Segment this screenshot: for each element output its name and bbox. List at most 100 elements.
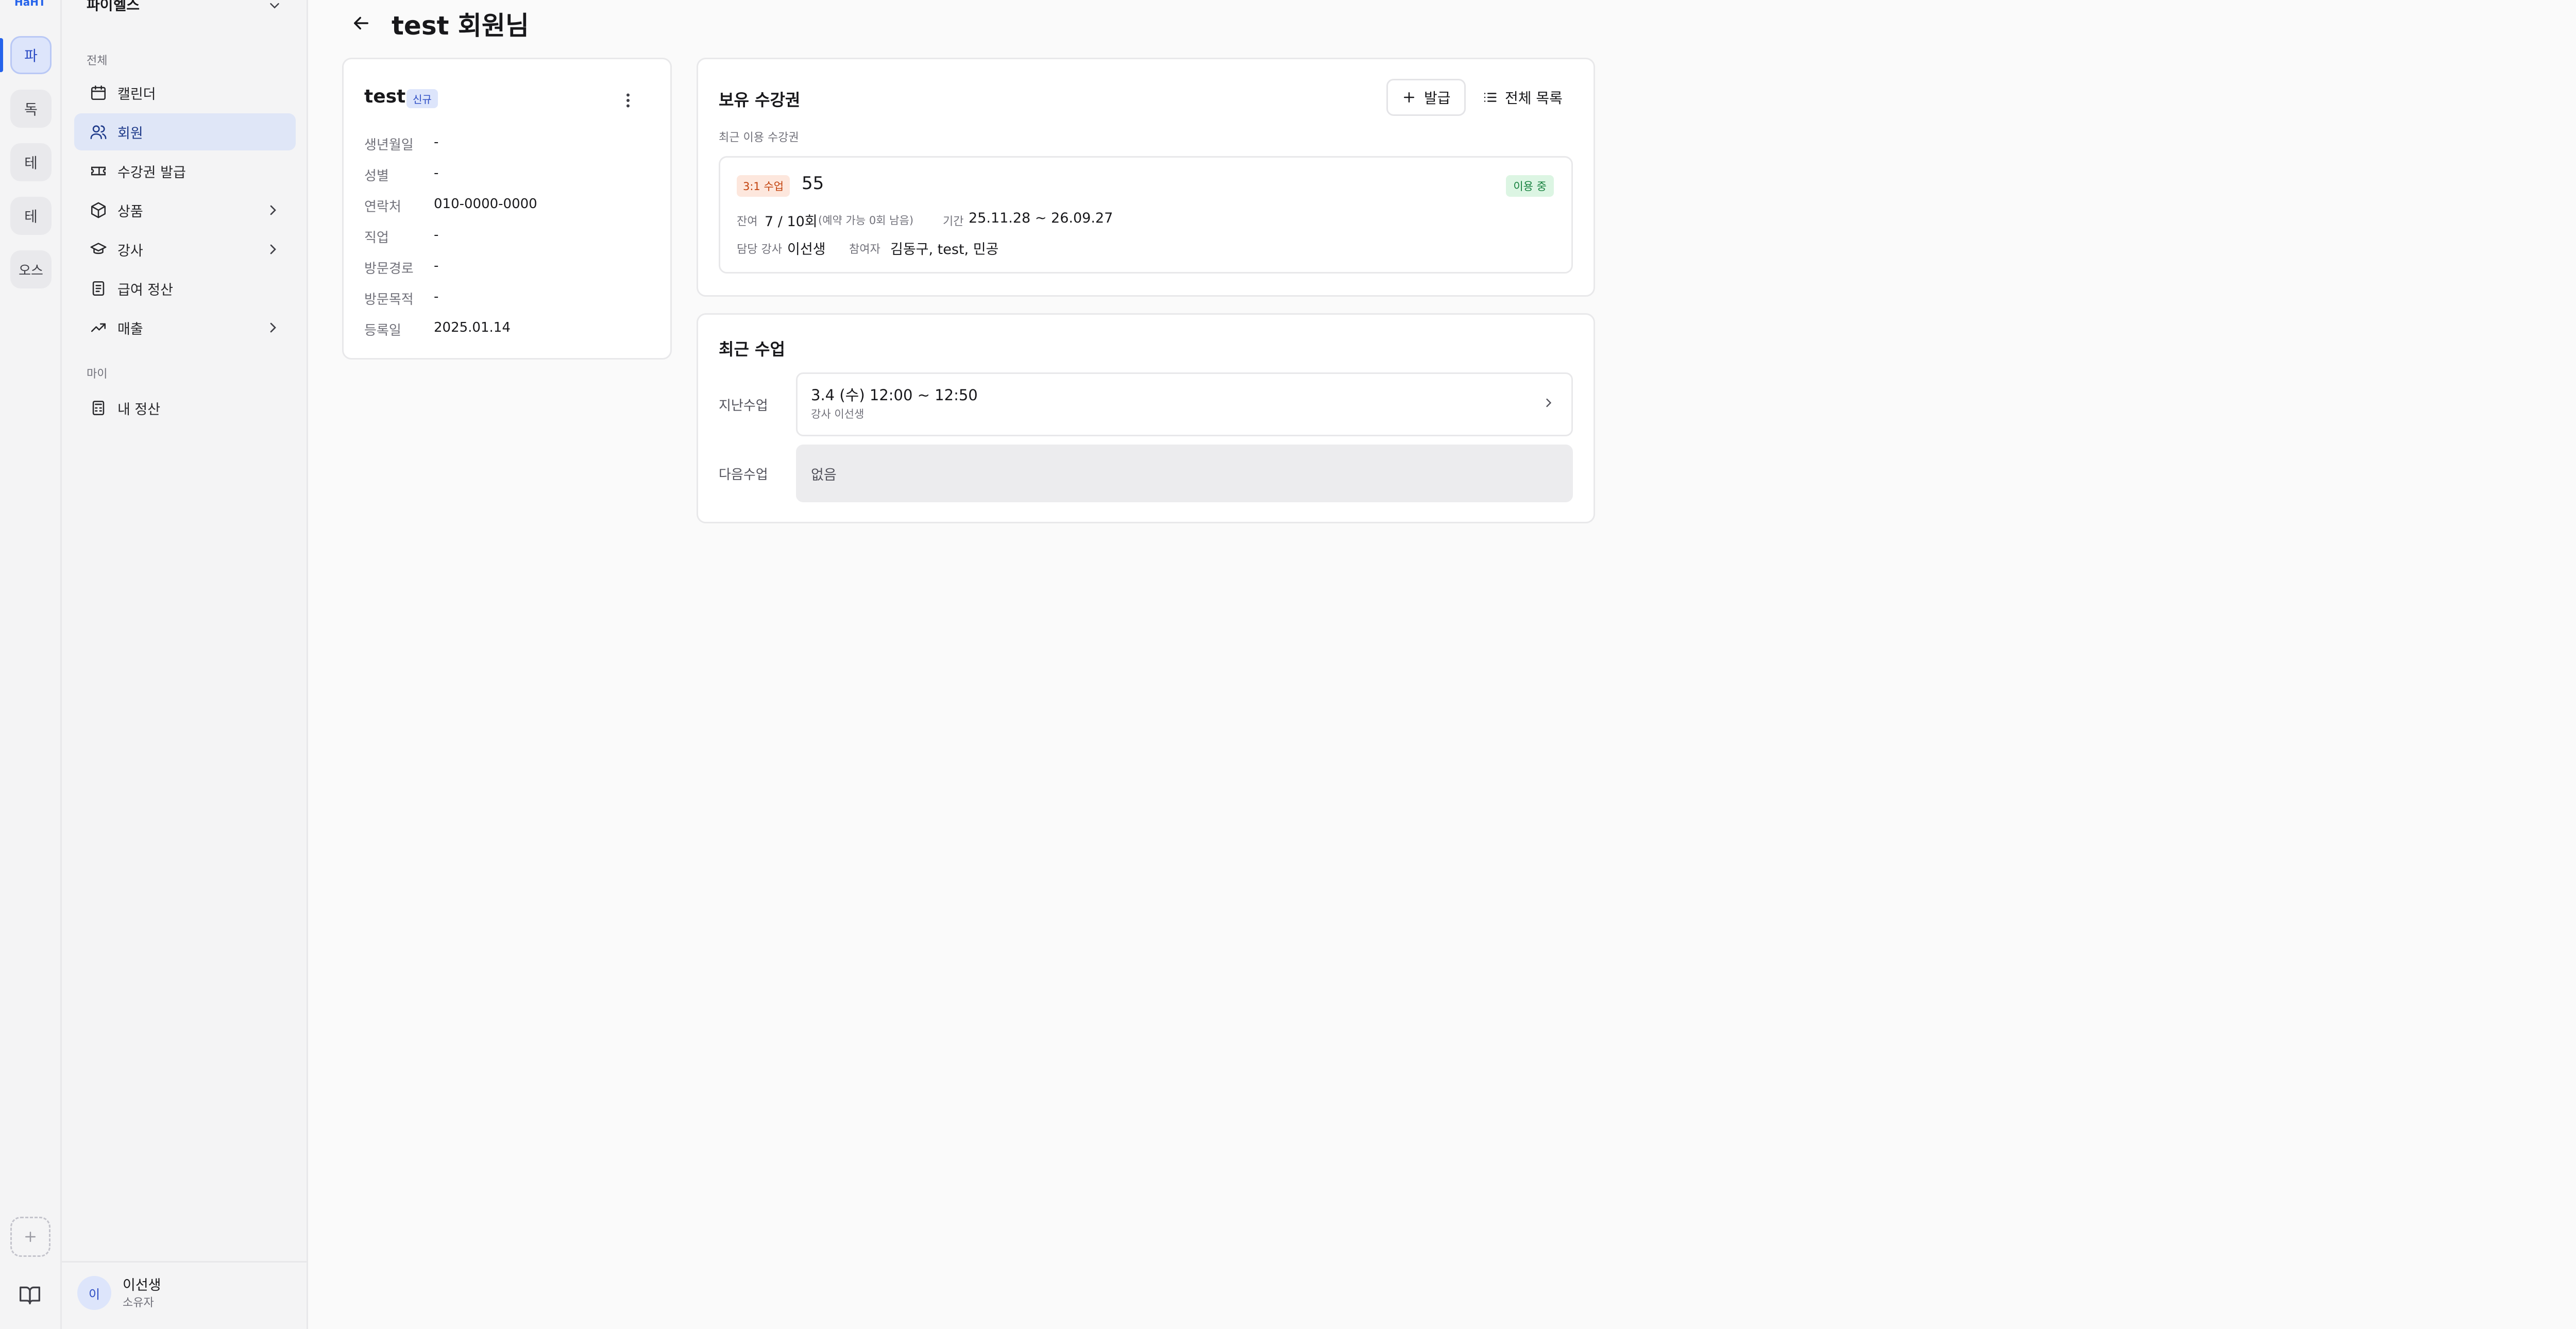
next-lesson-item: 없음 <box>796 445 1573 502</box>
rail-workspace-4[interactable]: 테 <box>10 197 52 235</box>
rail-workspace-2[interactable]: 독 <box>10 90 52 128</box>
view-all-passes-button[interactable]: 전체 목록 <box>1471 79 1574 116</box>
sidebar-item-label: 급여 정산 <box>117 282 173 298</box>
next-lesson-empty: 없음 <box>811 467 837 483</box>
participants-label: 참여자 <box>849 243 880 256</box>
past-lesson-time: 3.4 (수) 12:00 ~ 12:50 <box>811 386 978 404</box>
sidebar-item-label: 매출 <box>117 321 143 337</box>
sidebar-item-label: 수강권 발급 <box>117 164 186 181</box>
workspace-rail: HaHT 파 독 테 테 오스 <box>0 0 62 1329</box>
list-icon <box>1484 93 1497 102</box>
issue-pass-label: 발급 <box>1424 90 1451 107</box>
teacher-value: 이선생 <box>787 242 826 258</box>
sidebar-item-label: 캘린더 <box>117 86 156 103</box>
sidebar-item-sales[interactable]: 매출 <box>74 309 296 346</box>
rail-workspace-5[interactable]: 오스 <box>10 250 52 288</box>
recent-lessons-title: 최근 수업 <box>719 339 785 359</box>
chevron-right-icon <box>1546 398 1552 407</box>
avatar: 이 <box>77 1276 111 1310</box>
trending-up-icon <box>91 323 106 332</box>
rail-active-indicator <box>0 38 3 72</box>
back-arrow-icon[interactable] <box>350 12 372 34</box>
plus-icon <box>25 1232 36 1242</box>
rail-workspace-1[interactable]: 파 <box>10 36 52 74</box>
field-value-visit-purpose: - <box>434 289 439 304</box>
field-value-visit-source: - <box>434 258 439 274</box>
section-label-all: 전체 <box>87 55 108 67</box>
field-label-gender: 성별 <box>364 168 389 184</box>
plus-icon <box>1404 92 1414 103</box>
period-label: 기간 <box>943 215 964 228</box>
field-label-birthdate: 생년월일 <box>364 138 414 153</box>
page-title: test 회원님 <box>392 11 529 41</box>
owned-passes-title: 보유 수강권 <box>719 90 801 110</box>
workspace-title[interactable]: 파이헬스 <box>87 0 140 14</box>
field-label-visit-source: 방문경로 <box>364 261 414 277</box>
app-logo: HaHT <box>14 0 46 8</box>
section-label-my: 마이 <box>87 368 108 381</box>
sidebar-item-label: 강사 <box>117 243 143 259</box>
remaining-label: 잔여 <box>737 215 758 228</box>
participants-value: 김동구, test, 민공 <box>890 242 999 258</box>
sidebar-item-members[interactable]: 회원 <box>74 113 296 150</box>
more-vertical-icon[interactable] <box>619 91 637 110</box>
field-value-birthdate: - <box>434 134 439 150</box>
teacher-label: 담당 강사 <box>737 243 782 256</box>
sidebar-item-products[interactable]: 상품 <box>74 192 296 229</box>
past-lesson-label: 지난수업 <box>719 398 768 414</box>
calculator-icon <box>92 400 105 416</box>
chevron-right-icon <box>270 322 276 333</box>
add-workspace-button[interactable] <box>10 1217 50 1257</box>
sidebar-item-calendar[interactable]: 캘린더 <box>74 74 296 111</box>
remaining-note: (예약 가능 0회 남음) <box>818 214 914 227</box>
period-value: 25.11.28 ~ 26.09.27 <box>969 210 1113 226</box>
past-lesson-item[interactable]: 3.4 (수) 12:00 ~ 12:50 강사 이선생 <box>796 372 1573 436</box>
sidebar-item-label: 회원 <box>117 125 143 142</box>
field-label-visit-purpose: 방문목적 <box>364 292 414 308</box>
pass-name: 55 <box>802 173 824 194</box>
field-value-job: - <box>434 227 439 243</box>
field-value-phone: 010-0000-0000 <box>434 196 537 212</box>
recent-lessons-card: 최근 수업 지난수업 3.4 (수) 12:00 ~ 12:50 강사 이선생 … <box>697 313 1595 523</box>
chevron-right-icon <box>270 244 276 254</box>
sidebar-item-instructors[interactable]: 강사 <box>74 231 296 268</box>
member-name: test <box>364 86 406 107</box>
pass-type-badge: 3:1 수업 <box>737 175 790 197</box>
user-name: 이선생 <box>123 1277 161 1293</box>
box-icon <box>91 202 106 218</box>
field-value-gender: - <box>434 165 439 181</box>
docs-button[interactable] <box>19 1284 41 1308</box>
new-member-badge: 신규 <box>406 89 438 108</box>
sidebar: 파이헬스 전체 캘린더 회원 수강권 발급 상품 강사 급여 정산 매출 마이 … <box>62 0 308 1329</box>
field-value-registered: 2025.01.14 <box>434 320 511 335</box>
chevron-right-icon <box>270 205 276 215</box>
pass-item[interactable]: 3:1 수업 55 이용 중 잔여 7 / 10회 (예약 가능 0회 남음) … <box>719 156 1573 274</box>
sidebar-item-label: 상품 <box>117 203 143 220</box>
sidebar-item-my-settlement[interactable]: 내 정산 <box>74 389 296 427</box>
book-icon <box>20 1286 40 1305</box>
field-label-phone: 연락처 <box>364 199 401 215</box>
receipt-icon <box>92 281 105 296</box>
issue-pass-button[interactable]: 발급 <box>1386 79 1466 116</box>
member-profile-card: test 신규 생년월일 - 성별 - 연락처 010-0000-0000 직업… <box>342 58 672 360</box>
calendar-icon <box>91 85 106 100</box>
ticket-icon <box>91 166 106 176</box>
sidebar-item-label: 내 정산 <box>117 401 161 418</box>
field-label-registered: 등록일 <box>364 323 401 338</box>
sidebar-item-payroll[interactable]: 급여 정산 <box>74 270 296 307</box>
graduation-cap-icon <box>90 243 107 254</box>
chevron-down-icon[interactable] <box>267 0 282 13</box>
rail-workspace-3[interactable]: 테 <box>10 143 52 181</box>
recent-pass-label: 최근 이용 수강권 <box>719 131 799 144</box>
user-role: 소유자 <box>123 1297 154 1309</box>
owned-passes-card: 보유 수강권 발급 전체 목록 최근 이용 수강권 3:1 수업 55 이용 중… <box>697 58 1595 297</box>
view-all-passes-label: 전체 목록 <box>1505 90 1563 107</box>
pass-status-badge: 이용 중 <box>1506 175 1554 197</box>
users-icon <box>90 125 107 140</box>
user-profile[interactable]: 이 이선생 소유자 <box>62 1261 308 1329</box>
past-lesson-teacher: 강사 이선생 <box>811 408 865 420</box>
next-lesson-label: 다음수업 <box>719 467 768 483</box>
remaining-value: 7 / 10회 <box>765 214 818 230</box>
field-label-job: 직업 <box>364 230 389 246</box>
sidebar-item-pass-issue[interactable]: 수강권 발급 <box>74 152 296 190</box>
